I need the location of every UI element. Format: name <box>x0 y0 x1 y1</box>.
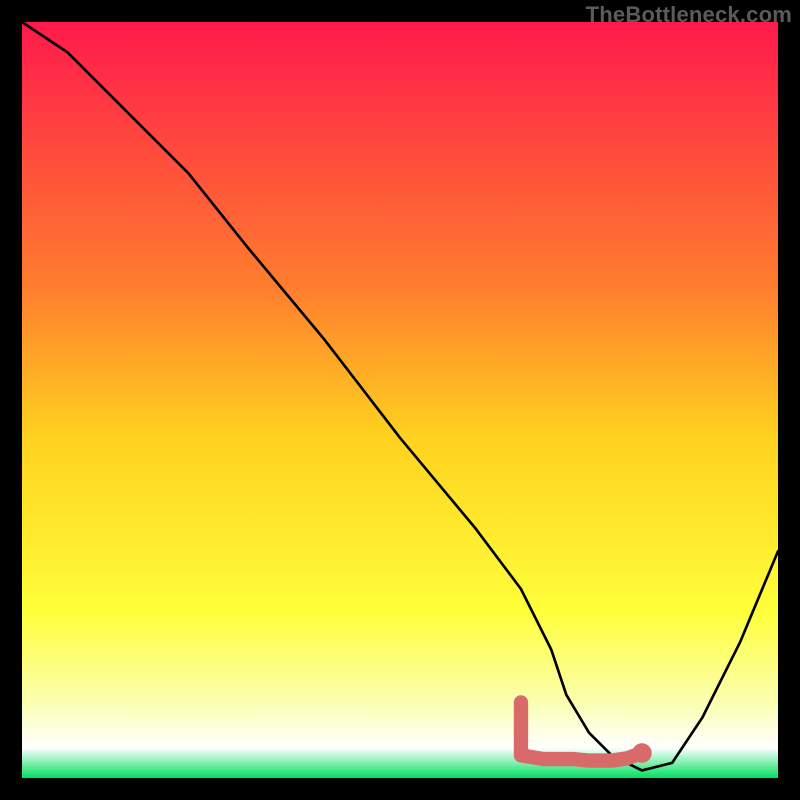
optimal-range-end-dot <box>632 743 652 763</box>
chart-svg <box>22 22 778 778</box>
gradient-bg <box>22 22 778 778</box>
chart-frame: TheBottleneck.com <box>0 0 800 800</box>
plot-area <box>22 22 778 778</box>
watermark-text: TheBottleneck.com <box>586 2 792 28</box>
